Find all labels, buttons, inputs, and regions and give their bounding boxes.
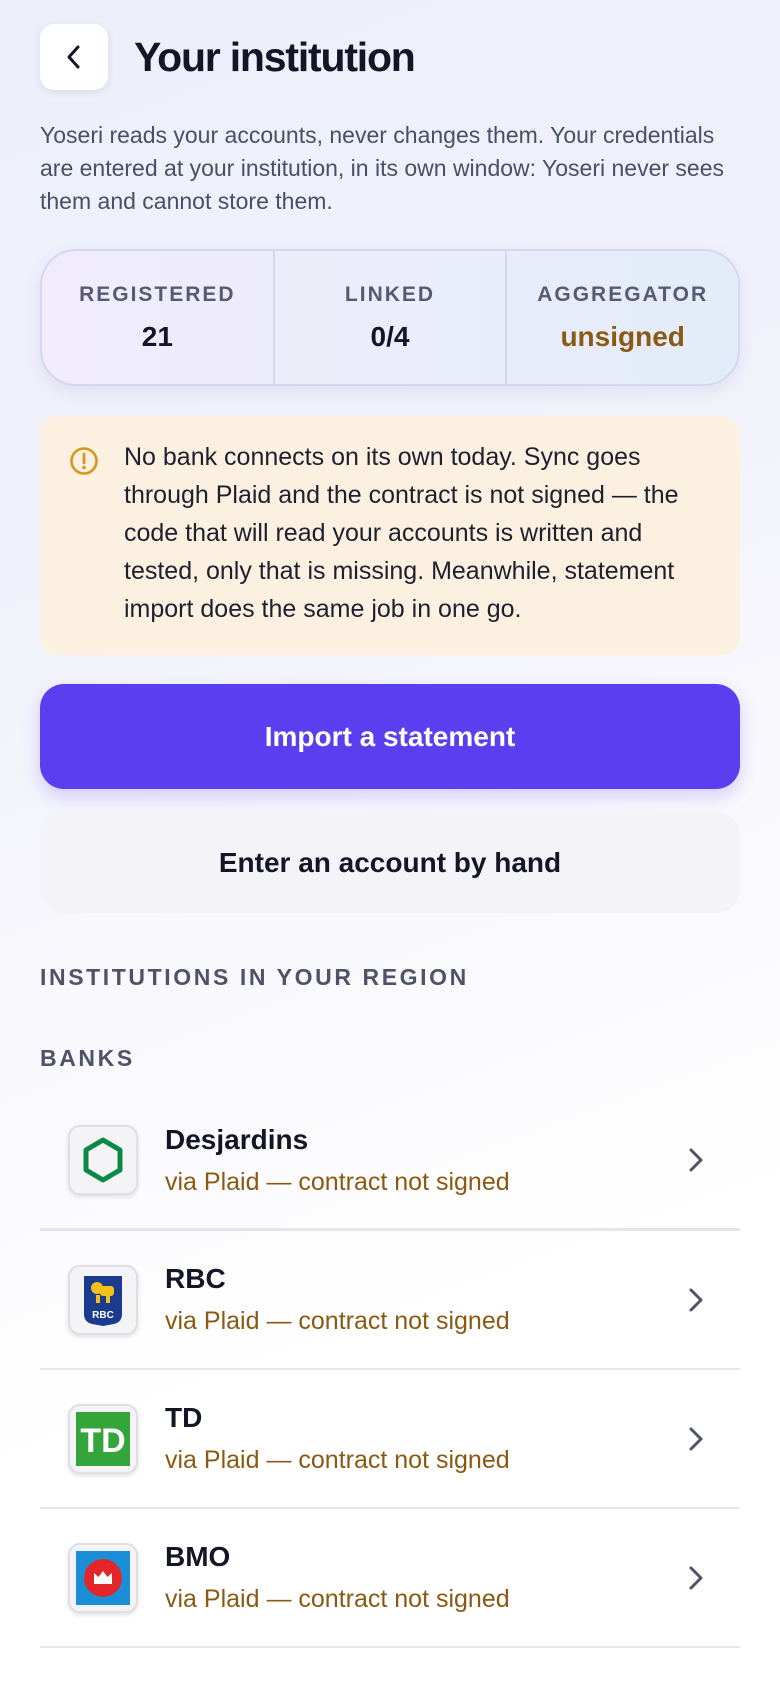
stat-label: AGGREGATOR: [537, 282, 709, 306]
chevron-right-icon: [689, 1288, 703, 1311]
stats-card: REGISTERED 21 LINKED 0/4 AGGREGATOR unsi…: [40, 249, 740, 386]
bank-logo: [68, 1125, 138, 1195]
back-button[interactable]: [40, 24, 108, 90]
bank-row-rbc[interactable]: RBC RBC via Plaid — contract not signed: [40, 1231, 740, 1370]
td-logo-icon: TD: [76, 1411, 130, 1466]
bank-name: TD: [165, 1402, 203, 1433]
chevron-right-icon: [689, 1566, 703, 1589]
stat-linked: LINKED 0/4: [272, 251, 506, 384]
chevron-right-icon: [689, 1148, 703, 1172]
bank-name: Desjardins: [165, 1123, 309, 1155]
bank-status: via Plaid — contract not signed: [165, 1307, 510, 1335]
stat-value: unsigned: [560, 320, 685, 352]
bank-row-td[interactable]: TD TD via Plaid — contract not signed: [40, 1370, 740, 1509]
chevron-left-icon: [67, 45, 80, 69]
intro-text: Yoseri reads your accounts, never change…: [40, 122, 724, 214]
bank-logo: [68, 1542, 138, 1613]
bank-list: Desjardins via Plaid — contract not sign…: [40, 1092, 740, 1648]
stat-aggregator: AGGREGATOR unsigned: [505, 251, 738, 384]
stat-value: 21: [141, 320, 173, 352]
import-statement-button[interactable]: Import a statement: [40, 684, 740, 789]
bank-status: via Plaid — contract not signed: [165, 1585, 510, 1613]
header: Your institution: [40, 24, 416, 90]
stat-registered: REGISTERED 21: [42, 251, 273, 384]
svg-text:RBC: RBC: [92, 1310, 114, 1321]
warning-circle-icon: [70, 447, 98, 475]
chevron-right-icon: [689, 1427, 703, 1450]
bank-status: via Plaid — contract not signed: [165, 1446, 510, 1474]
stat-label: LINKED: [344, 282, 436, 306]
bank-name: BMO: [165, 1541, 231, 1572]
bank-row-desjardins[interactable]: Desjardins via Plaid — contract not sign…: [40, 1092, 740, 1231]
bank-name: RBC: [165, 1263, 226, 1294]
manual-account-button[interactable]: Enter an account by hand: [40, 812, 740, 913]
bank-status: via Plaid — contract not signed: [165, 1167, 510, 1196]
section-title: INSTITUTIONS IN YOUR REGION: [40, 964, 469, 990]
group-title-banks: BANKS: [40, 1045, 135, 1071]
desjardins-logo-icon: [83, 1137, 123, 1183]
bank-logo: RBC: [68, 1264, 138, 1335]
stat-label: REGISTERED: [79, 282, 236, 306]
stat-value: 0/4: [370, 320, 410, 352]
bank-logo: TD: [68, 1403, 138, 1474]
warning-notice: No bank connects on its own today. Sync …: [40, 416, 740, 655]
bank-row-bmo[interactable]: BMO via Plaid — contract not signed: [40, 1509, 740, 1648]
svg-text:TD: TD: [80, 1422, 125, 1460]
rbc-logo-icon: RBC: [84, 1275, 122, 1326]
page-title: Your institution: [134, 33, 416, 80]
bmo-logo-icon: [76, 1550, 130, 1605]
notice-text: No bank connects on its own today. Sync …: [124, 443, 679, 623]
